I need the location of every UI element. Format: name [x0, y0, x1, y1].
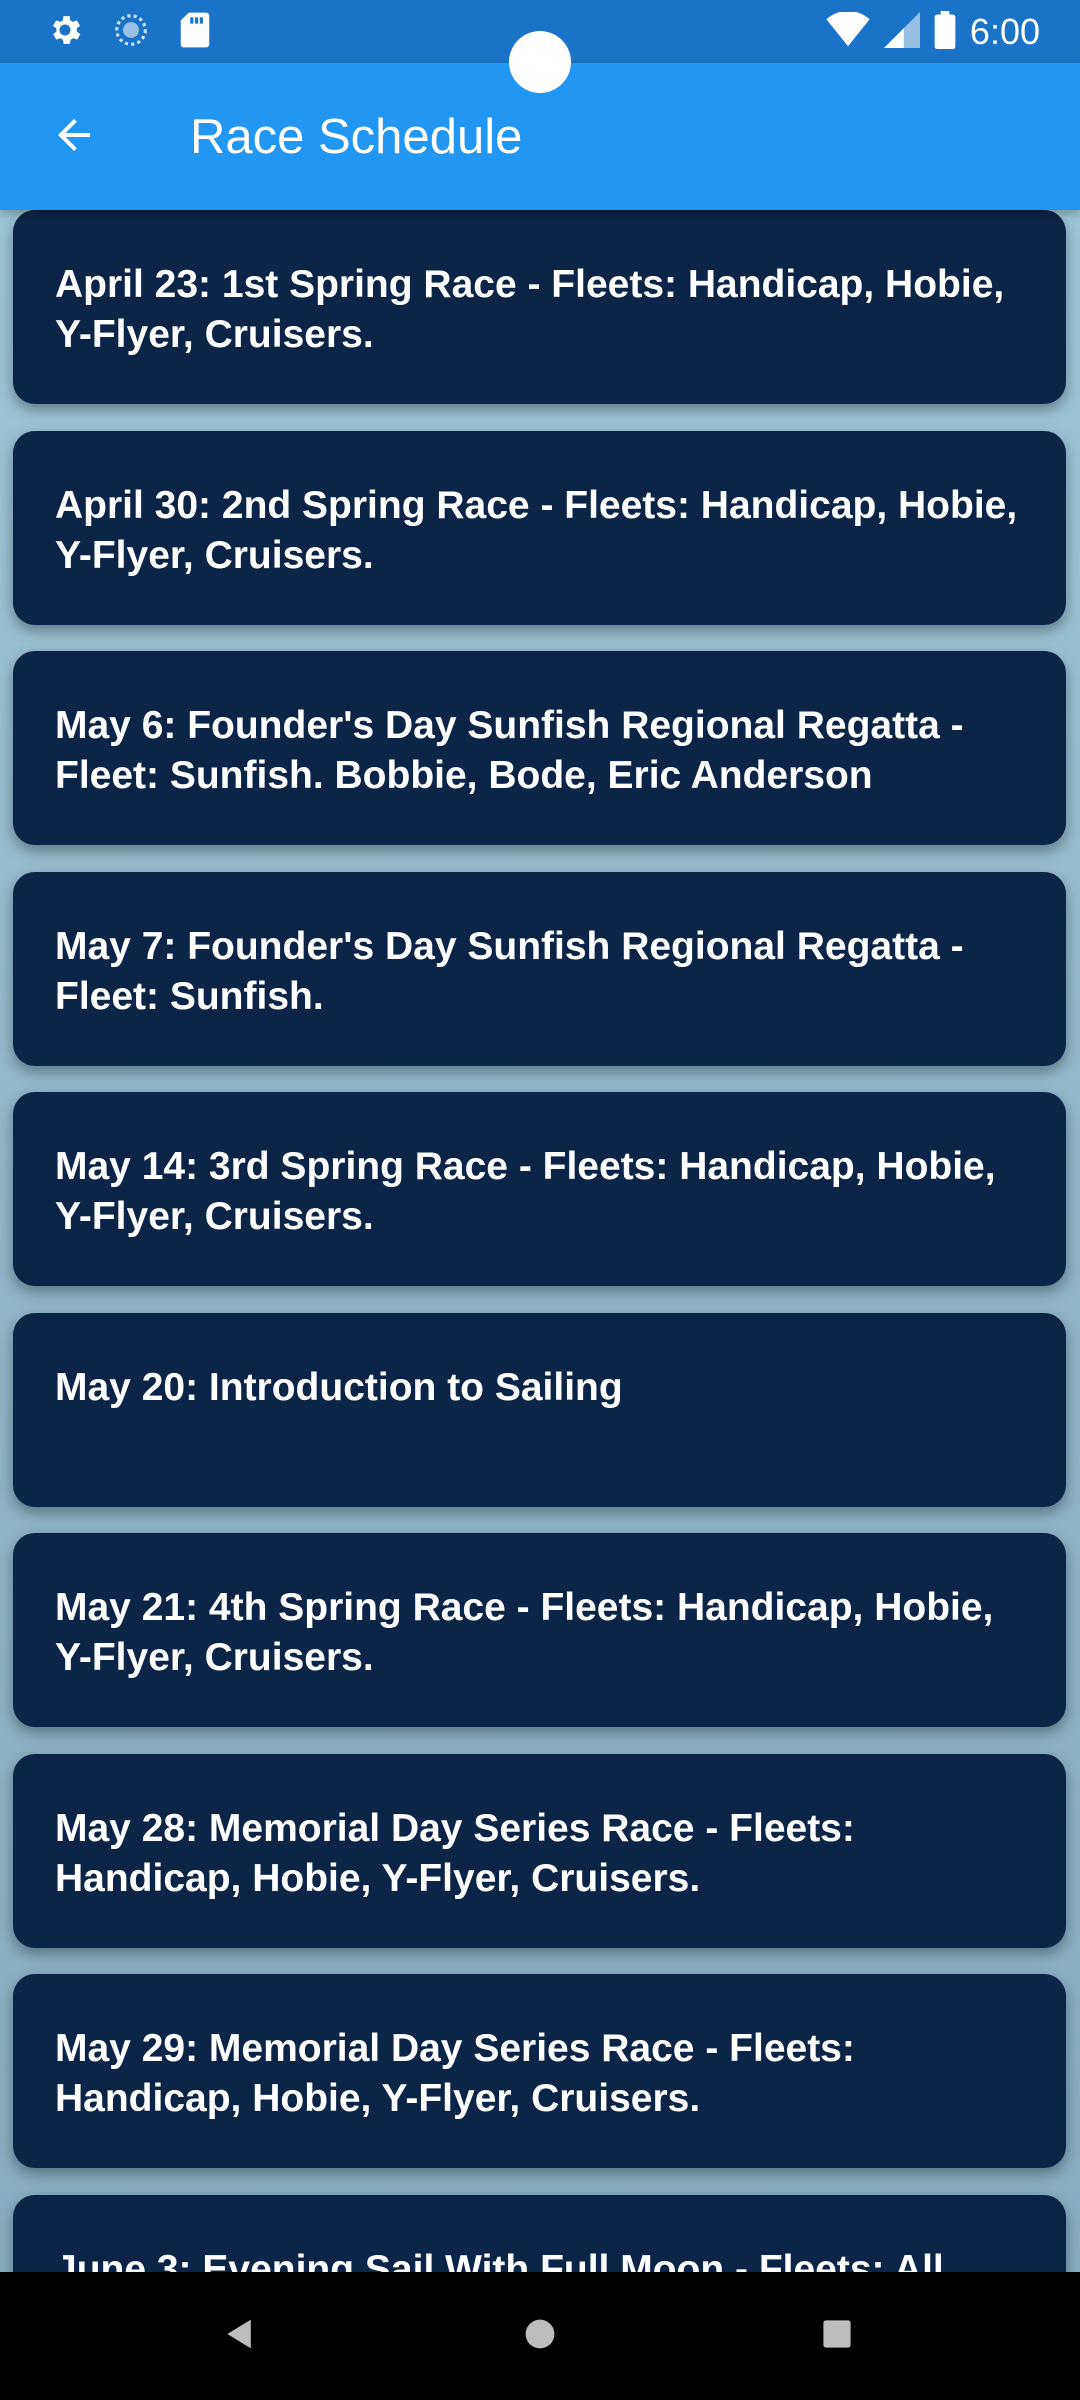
- event-card[interactable]: April 23: 1st Spring Race - Fleets: Hand…: [13, 210, 1066, 404]
- arrow-left-icon: [50, 111, 98, 164]
- event-text: May 21: 4th Spring Race - Fleets: Handic…: [55, 1586, 994, 1679]
- nav-recents-button[interactable]: [807, 2306, 867, 2366]
- status-right-icons: 6:00: [826, 10, 1040, 54]
- sd-card-icon: [178, 11, 212, 54]
- nav-home-button[interactable]: [510, 2306, 570, 2366]
- event-text: June 3: Evening Sail With Full Moon - Fl…: [55, 2248, 944, 2272]
- nav-back-button[interactable]: [210, 2306, 270, 2366]
- event-card[interactable]: May 6: Founder's Day Sunfish Regional Re…: [13, 651, 1066, 845]
- page-title: Race Schedule: [190, 110, 523, 164]
- event-text: May 20: Introduction to Sailing: [55, 1366, 623, 1409]
- event-list[interactable]: April 23: 1st Spring Race - Fleets: Hand…: [0, 210, 1080, 2272]
- event-card[interactable]: May 7: Founder's Day Sunfish Regional Re…: [13, 872, 1066, 1066]
- event-text: May 29: Memorial Day Series Race - Fleet…: [55, 2027, 855, 2120]
- cell-signal-icon: [883, 11, 920, 53]
- sync-icon: [112, 11, 150, 54]
- event-text: May 7: Founder's Day Sunfish Regional Re…: [55, 925, 964, 1018]
- home-circle-icon: [522, 2316, 558, 2357]
- status-left-icons: [46, 12, 212, 52]
- battery-icon: [934, 10, 956, 54]
- event-text: May 6: Founder's Day Sunfish Regional Re…: [55, 704, 964, 797]
- event-card[interactable]: May 28: Memorial Day Series Race - Fleet…: [13, 1754, 1066, 1948]
- event-text: April 23: 1st Spring Race - Fleets: Hand…: [55, 263, 1005, 356]
- event-text: April 30: 2nd Spring Race - Fleets: Hand…: [55, 484, 1018, 577]
- back-triangle-icon: [222, 2316, 258, 2357]
- event-text: May 14: 3rd Spring Race - Fleets: Handic…: [55, 1145, 996, 1238]
- system-nav-bar: [0, 2272, 1080, 2400]
- event-card[interactable]: June 3: Evening Sail With Full Moon - Fl…: [13, 2195, 1066, 2272]
- back-button[interactable]: [40, 103, 108, 171]
- camera-cutout: [509, 31, 571, 93]
- event-card[interactable]: April 30: 2nd Spring Race - Fleets: Hand…: [13, 431, 1066, 625]
- wifi-icon: [826, 10, 870, 53]
- event-card[interactable]: May 29: Memorial Day Series Race - Fleet…: [13, 1974, 1066, 2168]
- status-time: 6:00: [969, 11, 1040, 52]
- event-card[interactable]: May 14: 3rd Spring Race - Fleets: Handic…: [13, 1092, 1066, 1286]
- event-text: May 28: Memorial Day Series Race - Fleet…: [55, 1807, 855, 1900]
- gear-icon: [46, 11, 84, 54]
- recents-square-icon: [820, 2317, 854, 2356]
- event-card[interactable]: May 21: 4th Spring Race - Fleets: Handic…: [13, 1533, 1066, 1727]
- event-card[interactable]: May 20: Introduction to Sailing: [13, 1313, 1066, 1507]
